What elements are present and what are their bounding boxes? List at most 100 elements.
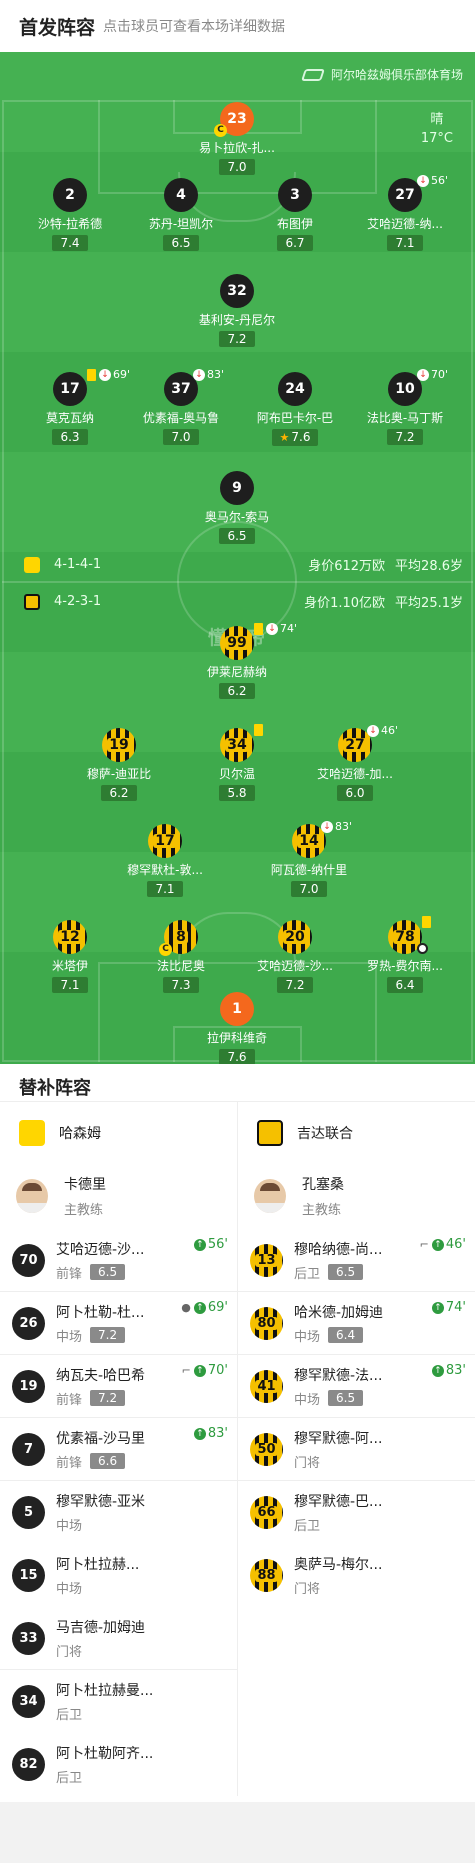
player-name: 艾哈迈德-沙...	[257, 959, 333, 973]
player-number: 20	[278, 920, 312, 954]
home-player-24[interactable]: 24 阿布巴卡尔-巴 ★ 7.6	[240, 372, 350, 446]
sub-time: 46'	[381, 724, 399, 737]
bench-player[interactable]: 41 穆罕默德-法... 中场 6.5 ↑ 83'	[238, 1355, 475, 1418]
player-rating: 6.6	[90, 1453, 126, 1469]
player-number: 82	[12, 1748, 45, 1781]
player-name: 穆罕默杜-敦...	[127, 863, 203, 877]
away-value: 身价1.10亿欧	[304, 596, 386, 611]
player-position: 后卫	[294, 1519, 321, 1534]
player-name: 奥马尔-索马	[204, 510, 270, 524]
home-player-37[interactable]: 37 优素福-奥马鲁 7.0 ↓ 83'	[126, 368, 236, 445]
home-player-17[interactable]: 17 莫克瓦纳 6.3 ↓ 69'	[15, 368, 130, 445]
away-player-27[interactable]: 27 艾哈迈德-加... 6.0 ↓ 46'	[300, 724, 410, 801]
player-number: 80	[250, 1306, 283, 1340]
home-player-2[interactable]: 2 沙特-拉希德 7.4	[15, 178, 125, 251]
player-name: 拉伊科维奇	[206, 1031, 267, 1045]
player-number: 2	[53, 178, 87, 212]
away-bench-team[interactable]: 吉达联合	[238, 1102, 475, 1163]
player-rating: 7.1	[147, 881, 183, 897]
player-rating: 7.1	[52, 977, 88, 993]
sub-off-badge: ↓ 83'	[193, 368, 224, 381]
home-player-4[interactable]: 4 苏丹-坦凯尔 6.5	[126, 178, 236, 251]
away-player-12[interactable]: 12 米塔伊 7.1	[15, 920, 125, 993]
away-coach[interactable]: 孔塞桑 主教练	[238, 1163, 475, 1229]
bench-player[interactable]: 80 哈米德-加姆迪 中场 6.4 ↑ 74'	[238, 1292, 475, 1355]
player-number-text: 50	[255, 1441, 278, 1457]
away-bench: 吉达联合 孔塞桑 主教练 13 穆哈纳德-尚... 后卫 6.5 ⌐ ↑ 46' 80…	[237, 1102, 475, 1796]
home-player-32[interactable]: 32 基利安-丹尼尔 7.2	[182, 274, 292, 347]
away-team-name: 吉达联合	[297, 1125, 353, 1142]
bench-player[interactable]: 34 阿卜杜拉赫曼... 后卫	[0, 1670, 237, 1733]
bench-player[interactable]: 66 穆罕默德-巴... 后卫	[238, 1481, 475, 1544]
bench-player[interactable]: 70 艾哈迈德-沙... 前锋 6.5 ↑ 56'	[0, 1229, 237, 1292]
bench-player[interactable]: 26 阿卜杜勒-杜... 中场 7.2 ● ↑ 69'	[0, 1292, 237, 1355]
bench-player[interactable]: 88 奥萨马-梅尔... 门将	[238, 1544, 475, 1607]
yellow-card-icon	[254, 622, 263, 635]
player-name: 穆萨-迪亚比	[86, 767, 152, 781]
sub-time: 56'	[431, 174, 449, 187]
sub-time: 56'	[207, 1237, 228, 1252]
player-rating: 6.0	[337, 785, 373, 801]
bench-player[interactable]: 13 穆哈纳德-尚... 后卫 6.5 ⌐ ↑ 46'	[238, 1229, 475, 1292]
sub-in-badge: ↑ 74'	[431, 1300, 466, 1315]
home-bench-team[interactable]: 哈森姆	[0, 1102, 237, 1163]
sub-time: 83'	[207, 1426, 228, 1441]
player-name: 沙特-拉希德	[37, 217, 103, 231]
sub-off-icon: ↓	[417, 174, 429, 187]
bench-player[interactable]: 50 穆罕默德-阿... 门将	[238, 1418, 475, 1481]
away-player-34[interactable]: 34 贝尔温 5.8	[182, 724, 292, 801]
bench-player[interactable]: 15 阿卜杜拉赫... 中场	[0, 1544, 237, 1607]
home-coach[interactable]: 卡德里 主教练	[0, 1163, 237, 1229]
player-rating: 7.2	[277, 977, 313, 993]
player-number: 17	[53, 372, 87, 406]
player-rating: 7.4	[52, 235, 88, 251]
home-player-10[interactable]: 10 法比奥-马丁斯 7.2 ↓ 70'	[350, 368, 460, 445]
player-name: 阿卜杜勒阿齐...	[56, 1746, 154, 1762]
away-player-99[interactable]: 99 伊莱尼赫纳 6.2 ↓ 74'	[182, 622, 297, 699]
away-player-19[interactable]: 19 穆萨-迪亚比 6.2	[64, 728, 174, 801]
bench-player[interactable]: 33 马吉德-加姆迪 门将	[0, 1607, 237, 1670]
home-player-23[interactable]: 23 易卜拉欣-扎... 7.0 C	[182, 102, 292, 175]
away-team-summary: 4-2-3-1 身价1.10亿欧 平均25.1岁	[24, 592, 463, 611]
player-rating: 7.0	[219, 159, 255, 175]
sub-in-badge: ↑ 83'	[193, 1426, 228, 1441]
sub-in-icon: ↑	[431, 1301, 444, 1314]
home-player-3[interactable]: 3 布图伊 6.7	[240, 178, 350, 251]
sub-in-icon: ↑	[193, 1238, 206, 1251]
away-player-1[interactable]: 1 拉伊科维奇 7.6	[182, 992, 292, 1064]
player-number: 19	[102, 728, 136, 762]
home-player-9[interactable]: 9 奥马尔-索马 6.5	[182, 471, 292, 544]
player-rating: 6.5	[90, 1264, 126, 1280]
player-position: 中场	[294, 1392, 321, 1408]
away-player-14[interactable]: 14 阿瓦德-纳什里 7.0 ↓ 83'	[254, 820, 364, 897]
assist-icon: ⌐	[419, 1238, 429, 1251]
player-position: 门将	[294, 1582, 321, 1597]
coach-role: 主教练	[64, 1203, 104, 1218]
sub-time: 74'	[280, 622, 298, 635]
player-rating: 7.3	[163, 977, 199, 993]
away-player-17[interactable]: 17 穆罕默杜-敦... 7.1	[110, 824, 220, 897]
away-player-78[interactable]: 78 罗热-费尔南... 6.4	[350, 916, 460, 993]
pitch: 阿尔哈兹姆俱乐部体育场 晴 17°C 23 易卜拉欣-扎... 7.0 C 2 …	[0, 52, 475, 1064]
home-player-27[interactable]: 27 艾哈迈德-纳... 7.1 ↓ 56'	[350, 174, 460, 251]
bench-player[interactable]: 7 优素福-沙马里 前锋 6.6 ↑ 83'	[0, 1418, 237, 1481]
yellow-card-icon	[422, 916, 431, 928]
player-rating: 7.0	[163, 429, 199, 445]
sub-in-icon: ↑	[431, 1364, 444, 1377]
away-player-20[interactable]: 20 艾哈迈德-沙... 7.2	[240, 920, 350, 993]
bench-player[interactable]: 5 穆罕默德-亚米 中场	[0, 1481, 237, 1544]
player-number: 3	[278, 178, 312, 212]
player-rating-value: 7.6	[291, 430, 311, 444]
player-name: 布图伊	[276, 217, 313, 231]
bench-player[interactable]: 82 阿卜杜勒阿齐... 后卫	[0, 1733, 237, 1796]
player-rating: 6.4	[387, 977, 423, 993]
coach-name: 卡德里	[64, 1177, 106, 1193]
coach-avatar	[254, 1179, 286, 1213]
sub-off-icon: ↓	[266, 622, 278, 635]
stadium-icon	[301, 68, 325, 81]
player-name: 穆罕默德-阿...	[294, 1430, 383, 1447]
player-number: 15	[12, 1559, 45, 1592]
bench-player[interactable]: 19 纳瓦夫-哈巴希 前锋 7.2 ⌐ ↑ 70'	[0, 1355, 237, 1418]
away-player-8[interactable]: 8 法比尼奥 7.3 C	[126, 920, 236, 993]
player-position: 前锋	[56, 1455, 83, 1471]
